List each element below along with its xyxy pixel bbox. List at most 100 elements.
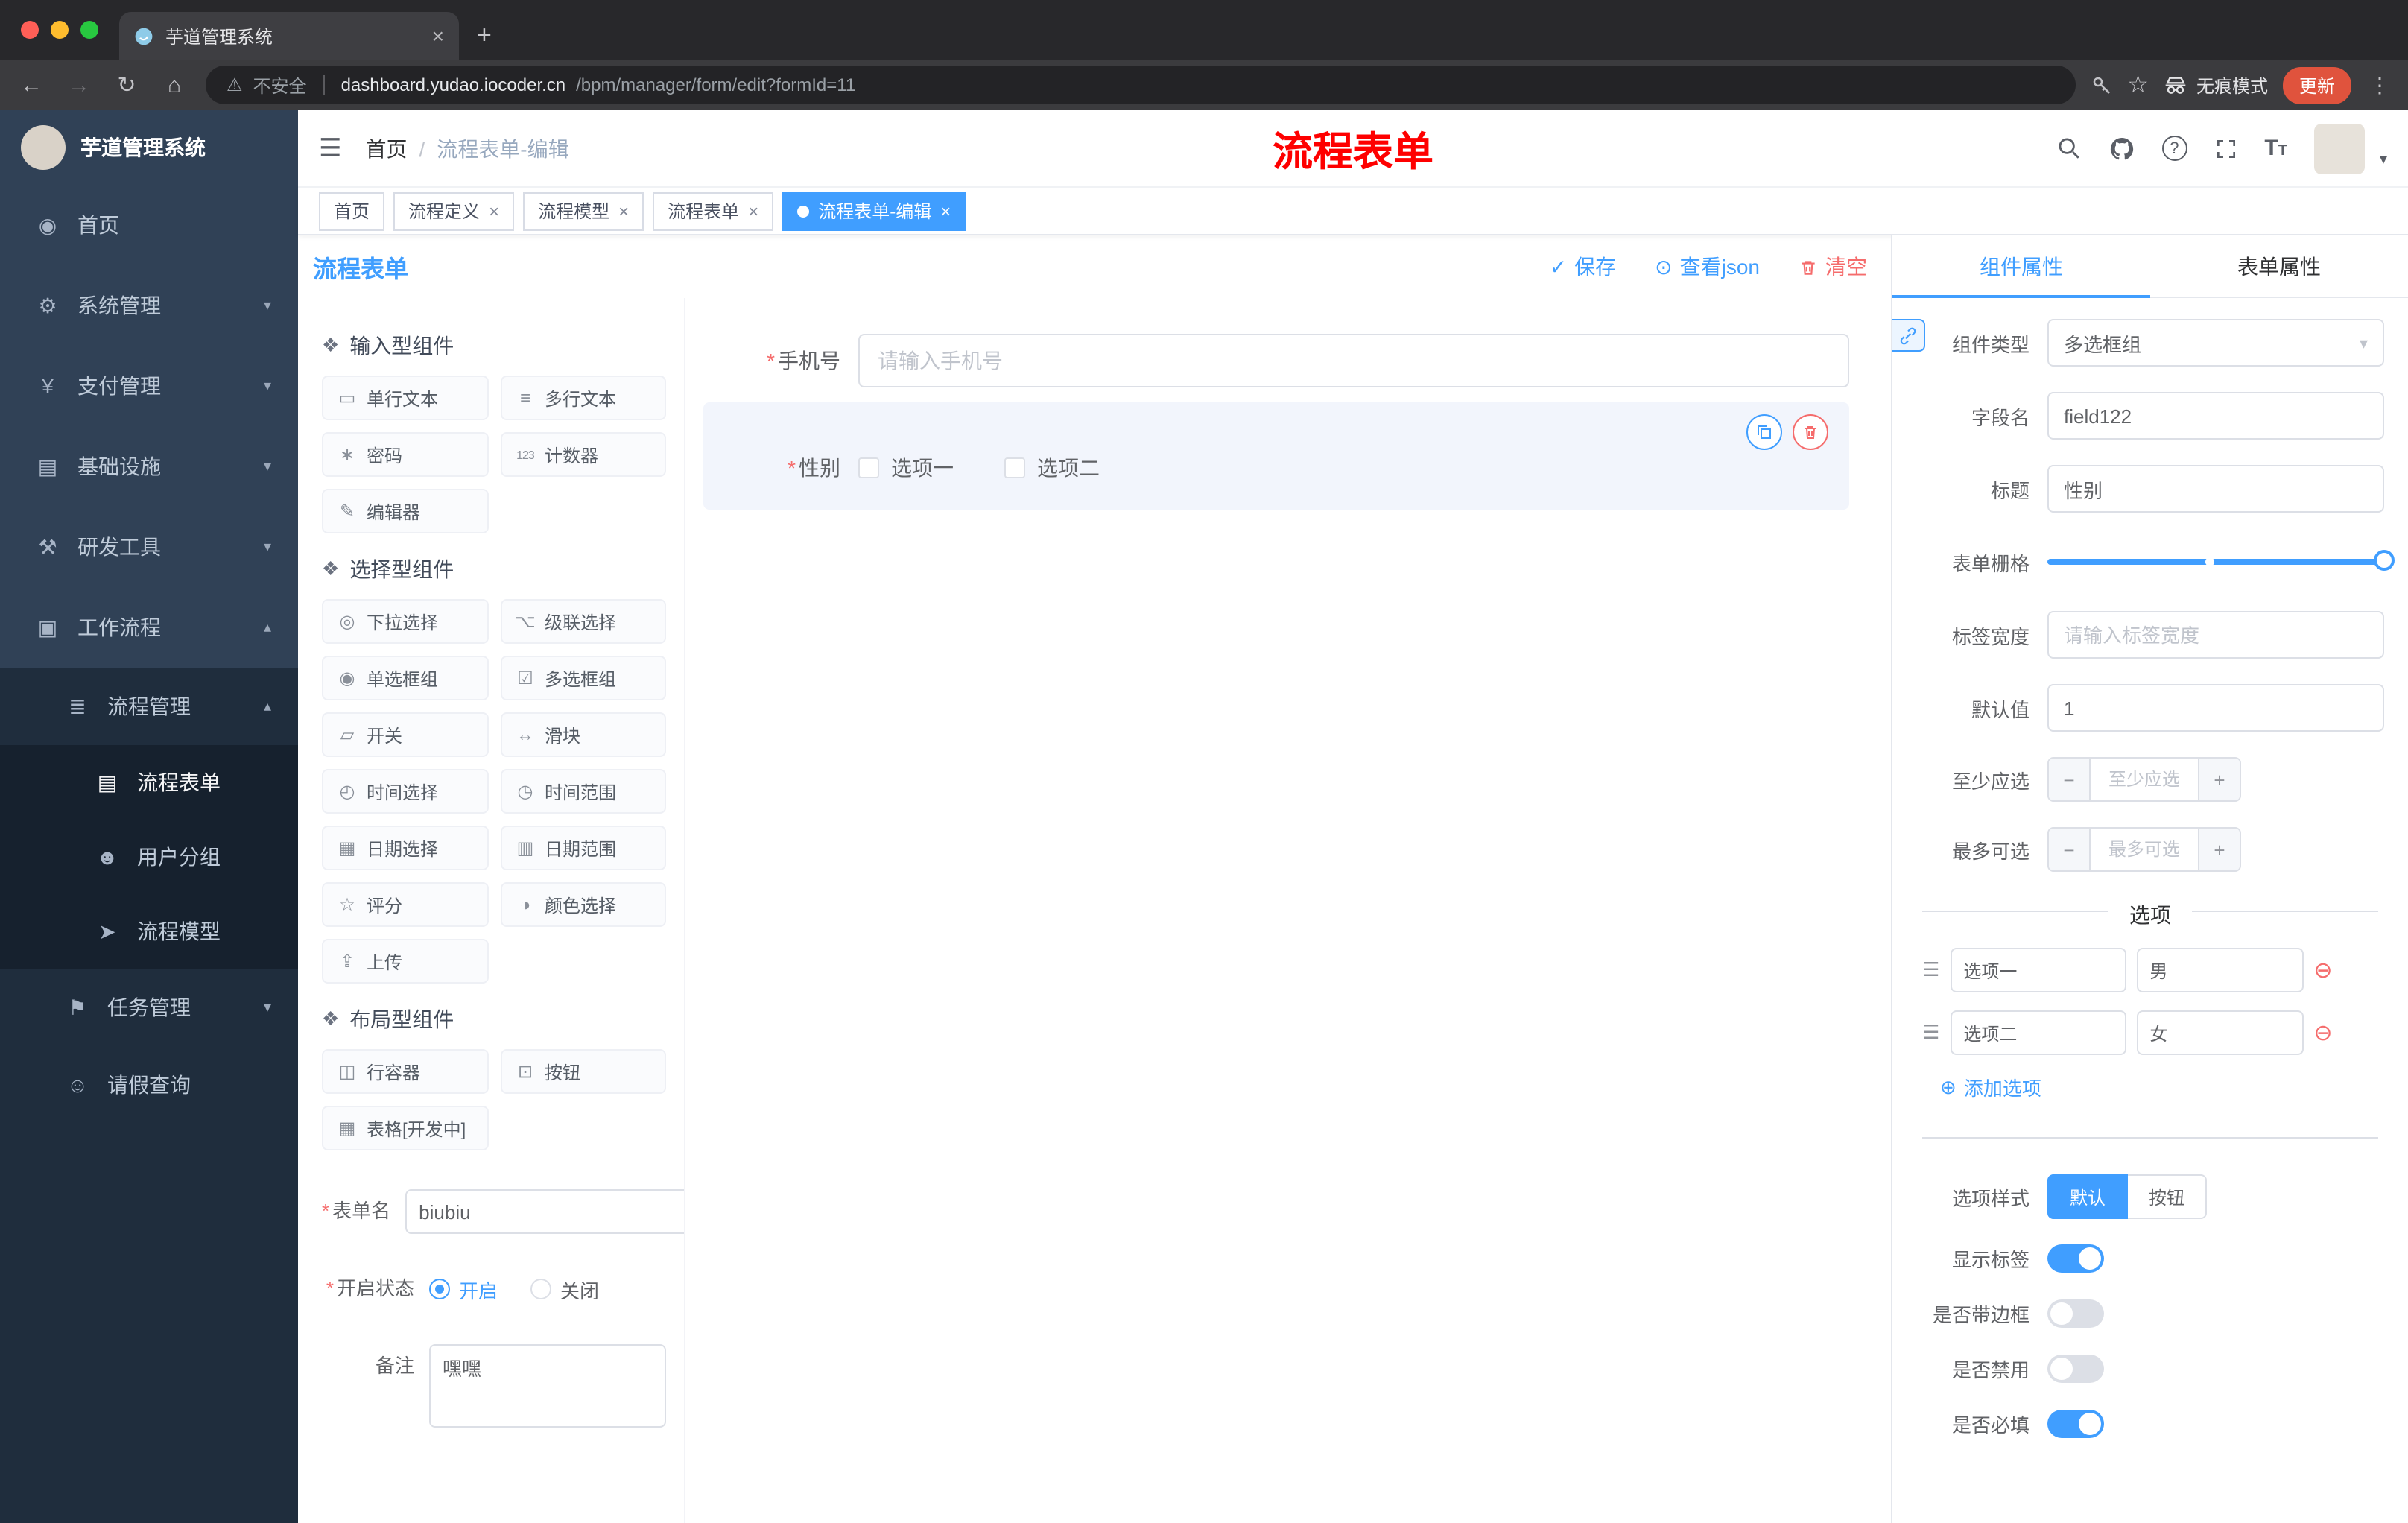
tag-process-model[interactable]: 流程模型 × [523,191,644,230]
github-icon[interactable] [2108,135,2135,162]
option-value-input[interactable] [2136,1010,2304,1055]
avatar-caret-icon[interactable]: ▾ [2380,151,2387,174]
new-tab-button[interactable]: + [477,21,492,51]
font-size-icon[interactable]: TT [2264,136,2287,161]
min-select-input[interactable] [2091,759,2198,800]
back-icon[interactable]: ← [15,72,48,98]
breadcrumb-home[interactable]: 首页 [366,133,408,163]
key-icon[interactable] [2090,74,2112,96]
palette-item[interactable]: ◑ 颜色选择 [500,882,666,927]
copy-field-button[interactable] [1746,414,1782,450]
home-icon[interactable]: ⌂ [158,72,191,98]
minimize-window-button[interactable] [51,21,69,39]
sidebar-item-process-model[interactable]: ➤ 流程模型 [0,894,298,969]
required-toggle[interactable] [2047,1410,2104,1438]
sidebar-item-process-form[interactable]: ▤ 流程表单 [0,745,298,820]
save-button[interactable]: ✓ 保存 [1550,252,1616,282]
palette-item[interactable]: ▦ 表格[开发中] [322,1106,488,1150]
tag-close-icon[interactable]: × [748,200,758,221]
status-on-radio[interactable]: 开启 [429,1275,498,1303]
url-bar[interactable]: ⚠ 不安全 dashboard.yudao.iocoder.cn/bpm/man… [206,66,2076,104]
style-default-button[interactable]: 默认 [2047,1174,2129,1219]
sliders-icon[interactable]: ☰ [1922,1021,1939,1045]
palette-item[interactable]: ✎ 编辑器 [322,489,488,533]
palette-item[interactable]: ◎ 下拉选择 [322,599,488,644]
tag-home[interactable]: 首页 [319,191,385,230]
sidebar-item-payment[interactable]: ¥ 支付管理 ▾ [0,346,298,426]
form-remark-textarea[interactable]: 嘿嘿 [429,1344,666,1428]
show-label-toggle[interactable] [2047,1244,2104,1273]
palette-item[interactable]: ⇪ 上传 [322,939,488,984]
palette-item[interactable]: ◉ 单选框组 [322,656,488,700]
palette-item[interactable]: ↔ 滑块 [500,712,666,757]
remove-option-icon[interactable]: ⊖ [2313,957,2332,984]
gender-option-2[interactable]: 选项二 [1004,453,1100,483]
close-window-button[interactable] [21,21,39,39]
palette-item[interactable]: ☆ 评分 [322,882,488,927]
option-label-input[interactable] [1950,948,2126,992]
tag-close-icon[interactable]: × [618,200,629,221]
option-label-input[interactable] [1950,1010,2126,1055]
form-name-input[interactable] [405,1189,684,1234]
slider-track[interactable] [2047,550,2395,571]
option-value-input[interactable] [2136,948,2304,992]
palette-item[interactable]: ▱ 开关 [322,712,488,757]
gender-field-row[interactable]: * 性别 选项一 选项二 [703,453,1849,483]
sidebar-item-devtools[interactable]: ⚒ 研发工具 ▾ [0,507,298,587]
minus-icon[interactable]: − [2049,759,2091,800]
grid-slider[interactable] [2047,538,2395,586]
sidebar-logo[interactable]: 芋道管理系统 [0,110,298,185]
checkbox-icon[interactable] [1004,457,1025,478]
hamburger-icon[interactable]: ☰ [319,133,342,163]
sidebar-item-infra[interactable]: ▤ 基础设施 ▾ [0,426,298,507]
sidebar-item-leave-query[interactable]: ☺ 请假查询 [0,1046,298,1124]
title-input[interactable] [2047,465,2384,513]
fullscreen-icon[interactable] [2214,136,2237,160]
phone-field-row[interactable]: * 手机号 [703,334,1849,387]
forward-icon[interactable]: → [63,72,95,98]
sidebar-item-system[interactable]: ⚙ 系统管理 ▾ [0,265,298,346]
label-width-input[interactable] [2047,611,2384,659]
palette-item[interactable]: ⊡ 按钮 [500,1049,666,1094]
sidebar-item-workflow[interactable]: ▣ 工作流程 ▴ [0,587,298,668]
status-off-radio[interactable]: 关闭 [530,1275,599,1303]
palette-item[interactable]: ⌥ 级联选择 [500,599,666,644]
palette-item[interactable]: ≡ 多行文本 [500,376,666,420]
border-toggle[interactable] [2047,1299,2104,1328]
browser-tab[interactable]: 芋道管理系统 × [119,12,459,60]
palette-item[interactable]: ☑ 多选框组 [500,656,666,700]
add-option-button[interactable]: ⊕ 添加选项 [1940,1073,2384,1101]
reload-icon[interactable]: ↻ [110,72,143,98]
minus-icon[interactable]: − [2049,829,2091,870]
palette-item[interactable]: ▦ 日期选择 [322,826,488,870]
plus-icon[interactable]: + [2198,759,2240,800]
search-icon[interactable] [2056,136,2081,161]
tab-close-icon[interactable]: × [432,24,444,48]
sidebar-item-home[interactable]: ◉ 首页 [0,185,298,265]
avatar[interactable] [2313,123,2365,174]
tag-process-definition[interactable]: 流程定义 × [393,191,515,230]
default-value-input[interactable] [2047,684,2384,732]
view-json-button[interactable]: ⊙ 查看json [1655,252,1760,282]
sidebar-item-process-mgmt[interactable]: ≣ 流程管理 ▴ [0,668,298,745]
help-icon[interactable]: ? [2161,136,2187,161]
style-button-button[interactable]: 按钮 [2128,1174,2208,1219]
palette-item[interactable]: 123 计数器 [500,432,666,477]
sliders-icon[interactable]: ☰ [1922,958,1939,982]
delete-field-button[interactable] [1793,414,1828,450]
tag-process-form[interactable]: 流程表单 × [653,191,774,230]
palette-item[interactable]: ∗ 密码 [322,432,488,477]
tab-component-props[interactable]: 组件属性 [1892,235,2150,298]
remove-option-icon[interactable]: ⊖ [2313,1019,2332,1046]
form-canvas[interactable]: * 手机号 请输入手机号 * 性别 选项一 选项二 [685,298,1891,1523]
palette-item[interactable]: ◫ 行容器 [322,1049,488,1094]
phone-input[interactable] [858,334,1849,387]
disabled-toggle[interactable] [2047,1355,2104,1383]
browser-menu-icon[interactable]: ⋮ [2366,72,2393,98]
bookmark-star-icon[interactable]: ☆ [2127,70,2149,100]
tab-form-props[interactable]: 表单属性 [2150,235,2408,297]
checkbox-icon[interactable] [858,457,879,478]
clear-button[interactable]: 清空 [1799,252,1867,282]
tag-process-form-edit[interactable]: 流程表单-编辑 × [782,191,966,230]
tag-close-icon[interactable]: × [940,200,951,221]
